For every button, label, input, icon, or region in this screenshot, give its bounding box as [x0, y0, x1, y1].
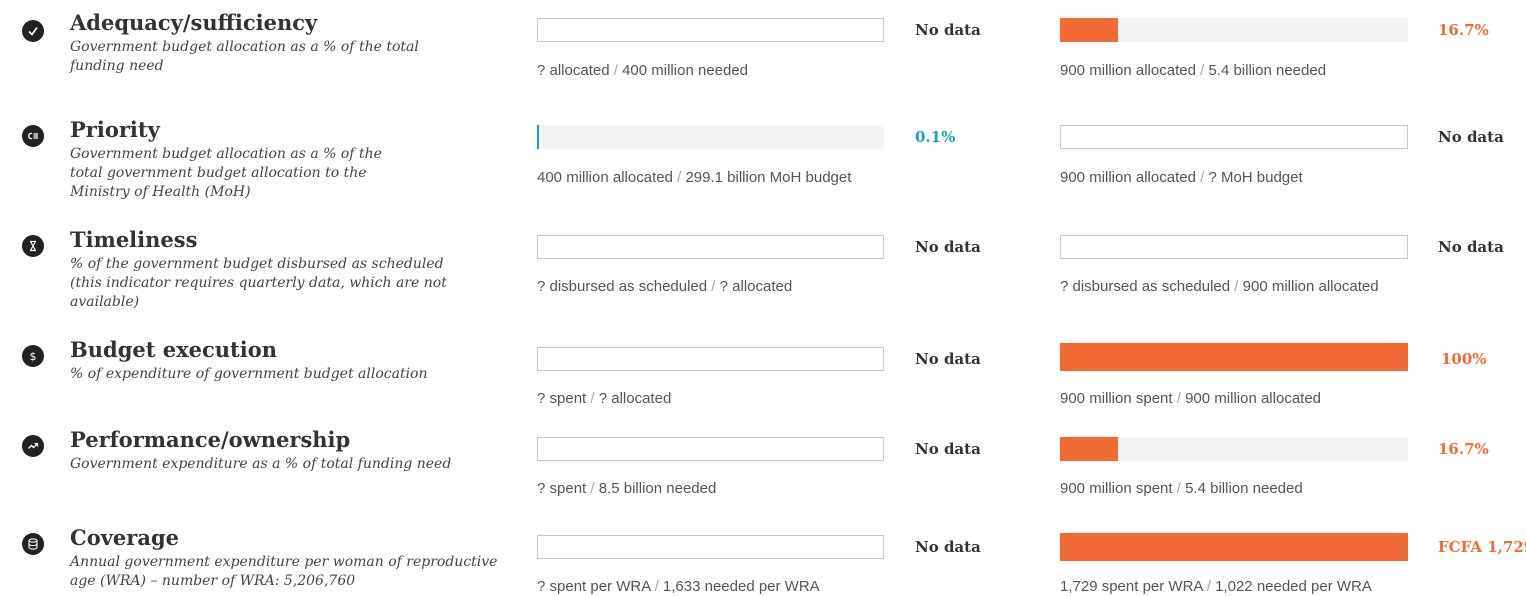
caption-part-b: 900 million allocated: [1242, 278, 1379, 295]
indicator-subtitle: % of expenditure of government budget al…: [70, 366, 428, 382]
indicator-title: Priority: [70, 117, 160, 142]
left-bar: [537, 18, 884, 42]
caption-part-a: ? disbursed as scheduled: [537, 278, 708, 295]
indicator-title: Timeliness: [70, 227, 198, 252]
svg-text:$: $: [30, 350, 37, 363]
caption-part-b: ? MoH budget: [1208, 169, 1303, 186]
caption-part-a: ? spent per WRA: [537, 578, 651, 595]
left-value: No data: [915, 350, 981, 368]
trend-up-icon: [22, 435, 44, 457]
caption-part-a: ? disbursed as scheduled: [1060, 278, 1231, 295]
right-bar: [1060, 533, 1408, 561]
caption-part-a: 900 million allocated: [1060, 62, 1196, 79]
left-caption: ? spent / 8.5 billion needed: [537, 480, 716, 498]
indicator-title: Performance/ownership: [70, 427, 351, 452]
right-caption: ? disbursed as scheduled / 900 million a…: [1060, 278, 1379, 296]
caption-part-a: 900 million spent: [1060, 480, 1173, 497]
right-value: No data: [1438, 128, 1504, 146]
caption-part-b: ? allocated: [598, 390, 672, 407]
caption-part-b: 1,633 needed per WRA: [662, 578, 820, 595]
caption-part-a: 900 million spent: [1060, 390, 1173, 407]
caption-part-b: 5.4 billion needed: [1208, 62, 1327, 79]
caption-part-a: ? allocated: [537, 62, 610, 79]
right-value: 16.7%: [1438, 21, 1489, 39]
right-caption: 900 million allocated / ? MoH budget: [1060, 169, 1303, 187]
bar-fill: [537, 125, 539, 149]
caption-part-b: 1,022 needed per WRA: [1215, 578, 1372, 595]
left-bar: [537, 437, 884, 461]
caption-part-b: ? allocated: [719, 278, 793, 295]
right-caption: 900 million spent / 900 million allocate…: [1060, 390, 1321, 408]
right-bar: [1060, 125, 1408, 149]
right-value: 100%: [1441, 350, 1487, 368]
left-value: No data: [915, 21, 981, 39]
indicator-title: Budget execution: [70, 337, 278, 362]
hourglass-icon: [22, 235, 44, 257]
caption-slash: /: [1176, 480, 1181, 497]
left-bar: [537, 125, 884, 149]
dollar-icon: $: [22, 345, 44, 367]
caption-part-b: 5.4 billion needed: [1185, 480, 1303, 497]
indicator-subtitle: % of the government budget disbursed as …: [70, 256, 447, 310]
left-bar: [537, 347, 884, 371]
bar-fill: [1060, 343, 1408, 371]
database-icon: [22, 533, 44, 555]
bar-fill: [1060, 437, 1119, 461]
caption-slash: /: [1234, 278, 1239, 295]
caption-part-a: 400 million allocated: [537, 169, 673, 186]
caption-slash: /: [1200, 62, 1205, 79]
caption-part-a: 900 million allocated: [1060, 169, 1196, 186]
right-value: 16.7%: [1438, 440, 1489, 458]
caption-slash: /: [1206, 578, 1211, 595]
caption-slash: /: [590, 390, 595, 407]
indicator-title: Adequacy/sufficiency: [70, 10, 318, 35]
left-value: 0.1%: [915, 128, 956, 146]
right-bar: [1060, 437, 1408, 461]
left-caption: ? disbursed as scheduled / ? allocated: [537, 278, 792, 296]
caption-part-b: 400 million needed: [622, 62, 749, 79]
priority-list-icon: [22, 125, 44, 147]
left-caption: ? allocated / 400 million needed: [537, 62, 748, 80]
left-value: No data: [915, 238, 981, 256]
indicator-subtitle: Government budget allocation as a % of t…: [70, 39, 419, 74]
caption-part-b: 8.5 billion needed: [598, 480, 717, 497]
indicator-title: Coverage: [70, 525, 179, 550]
right-caption: 900 million spent / 5.4 billion needed: [1060, 480, 1303, 498]
caption-slash: /: [654, 578, 659, 595]
indicator-subtitle: Annual government expenditure per woman …: [70, 554, 498, 589]
right-value: No data: [1438, 238, 1504, 256]
checkmark-icon: [22, 20, 44, 42]
right-bar: [1060, 18, 1408, 42]
left-value: No data: [915, 538, 981, 556]
caption-slash: /: [1200, 169, 1205, 186]
caption-part-a: ? spent: [537, 480, 587, 497]
bar-fill: [1060, 18, 1119, 42]
right-value: FCFA 1,729: [1438, 538, 1526, 556]
caption-slash: /: [711, 278, 716, 295]
right-caption: 900 million allocated / 5.4 billion need…: [1060, 62, 1326, 80]
caption-slash: /: [613, 62, 618, 79]
right-bar: [1060, 235, 1408, 259]
right-caption: 1,729 spent per WRA / 1,022 needed per W…: [1060, 578, 1372, 596]
left-bar: [537, 235, 884, 259]
indicator-subtitle: Government expenditure as a % of total f…: [70, 456, 452, 472]
caption-slash: /: [1176, 390, 1181, 407]
left-caption: ? spent / ? allocated: [537, 390, 671, 408]
bar-fill: [1060, 533, 1408, 561]
indicator-subtitle: Government budget allocation as a % of t…: [70, 146, 382, 200]
caption-slash: /: [677, 169, 682, 186]
left-bar: [537, 535, 884, 559]
caption-part-a: ? spent: [537, 390, 587, 407]
left-value: No data: [915, 440, 981, 458]
caption-slash: /: [590, 480, 595, 497]
right-bar: [1060, 343, 1408, 371]
caption-part-b: 299.1 billion MoH budget: [685, 169, 852, 186]
left-caption: ? spent per WRA / 1,633 needed per WRA: [537, 578, 820, 596]
caption-part-b: 900 million allocated: [1185, 390, 1322, 407]
caption-part-a: 1,729 spent per WRA: [1060, 578, 1203, 595]
left-caption: 400 million allocated / 299.1 billion Mo…: [537, 169, 851, 187]
